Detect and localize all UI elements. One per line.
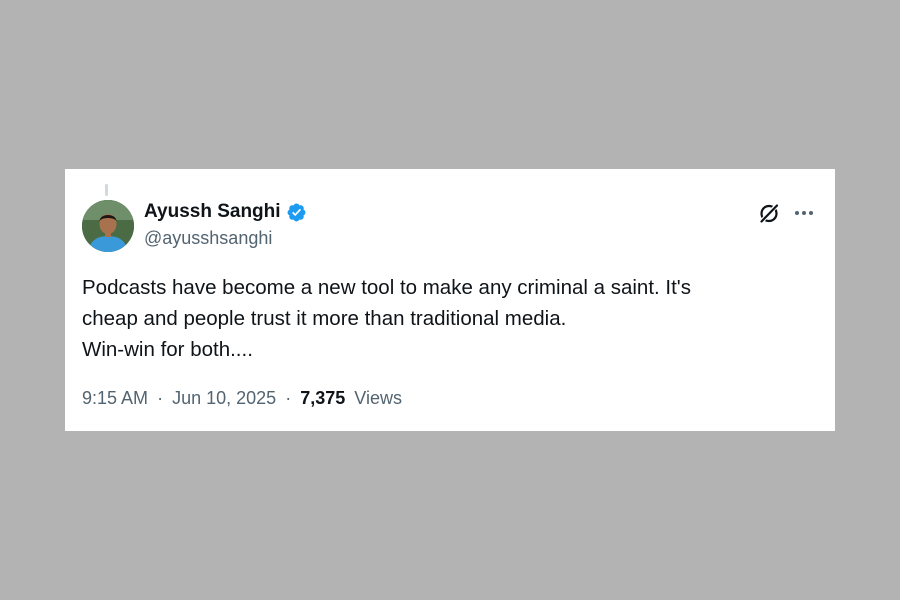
meta-separator: · — [285, 388, 292, 408]
tweet-time[interactable]: 9:15 AM — [82, 388, 148, 408]
tweet-metadata: 9:15 AM · Jun 10, 2025 · 7,375 Views — [82, 388, 402, 409]
tweet-text-line: Win-win for both.... — [82, 338, 253, 361]
views-label: Views — [354, 388, 402, 408]
tweet-date[interactable]: Jun 10, 2025 — [172, 388, 276, 408]
views-count: 7,375 — [300, 388, 346, 408]
meta-separator: · — [157, 388, 164, 408]
author-name-text: Ayussh Sanghi — [144, 201, 281, 222]
tweet-text-line: cheap and people trust it more than trad… — [82, 307, 567, 330]
thread-line — [105, 184, 108, 196]
more-options-icon[interactable] — [792, 201, 816, 225]
verified-badge-icon — [286, 202, 307, 223]
avatar[interactable] — [82, 200, 134, 252]
author-name[interactable]: Ayussh Sanghi — [144, 201, 307, 223]
grok-icon[interactable] — [757, 201, 781, 225]
tweet-text-line: Podcasts have become a new tool to make … — [82, 276, 691, 299]
author-handle[interactable]: @ayusshsanghi — [144, 228, 272, 249]
tweet-text: Podcasts have become a new tool to make … — [82, 272, 812, 365]
